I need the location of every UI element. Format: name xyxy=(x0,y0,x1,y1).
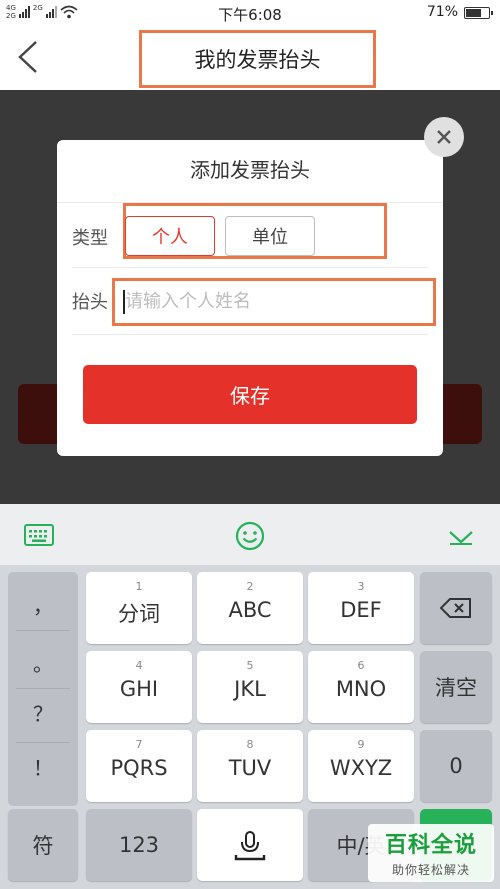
nav-bar: 我的发票抬头 xyxy=(0,26,500,90)
key-label: JKL xyxy=(234,677,266,701)
key-label: DEF xyxy=(340,598,382,622)
key-zero-label: 0 xyxy=(449,754,463,778)
header-label: 抬头 xyxy=(72,292,108,313)
clear-key-label: 清空 xyxy=(435,676,477,700)
microphone-icon xyxy=(234,831,266,861)
key-4[interactable]: 4 GHI xyxy=(86,651,192,723)
key-label: TUV xyxy=(228,756,272,780)
battery-icon xyxy=(464,7,493,19)
key-9[interactable]: 9 WXYZ xyxy=(308,730,414,802)
backspace-key[interactable] xyxy=(420,572,492,644)
numeric-key-label: 123 xyxy=(118,833,160,857)
key-label: ABC xyxy=(228,598,272,622)
key-2[interactable]: 2 ABC xyxy=(197,572,303,644)
punct-comma-key[interactable]: ， xyxy=(8,590,78,619)
status-bar: 4G 2G 2G 下午6:08 71% xyxy=(0,0,500,26)
emoji-icon[interactable] xyxy=(235,521,265,551)
key-number: 8 xyxy=(246,738,254,751)
key-8[interactable]: 8 TUV xyxy=(197,730,303,802)
keyboard-icon[interactable] xyxy=(24,524,54,546)
key-number: 6 xyxy=(357,659,365,672)
key-3[interactable]: 3 DEF xyxy=(308,572,414,644)
collapse-keyboard-icon[interactable] xyxy=(447,528,475,546)
save-button[interactable]: 保存 xyxy=(83,365,417,424)
punct-exclaim-key[interactable]: ！ xyxy=(8,752,78,781)
key-label: MNO xyxy=(335,677,387,701)
header-divider xyxy=(72,334,428,335)
punct-period-key[interactable]: 。 xyxy=(8,648,78,677)
page-title: 我的发票抬头 xyxy=(194,48,321,72)
key-6[interactable]: 6 MNO xyxy=(308,651,414,723)
key-1[interactable]: 1 分词 xyxy=(86,572,192,644)
type-divider xyxy=(72,267,428,268)
key-number: 7 xyxy=(135,738,143,751)
dialog-title: 添加发票抬头 xyxy=(190,158,310,182)
battery-fill xyxy=(466,9,481,17)
status-time: 下午6:08 xyxy=(218,6,282,24)
punct-separator xyxy=(16,688,70,689)
backspace-icon xyxy=(440,598,471,618)
key-0[interactable]: 0 xyxy=(420,730,492,802)
keyboard-toolbar xyxy=(0,504,500,566)
watermark-logo: 百科全说 助你轻松解决 xyxy=(368,824,494,882)
type-label: 类型 xyxy=(72,228,108,249)
header-name-input[interactable] xyxy=(125,283,425,319)
add-invoice-header-dialog: 添加发票抬头 类型 个人 单位 抬头 保存 xyxy=(57,140,443,456)
symbol-key-label: 符 xyxy=(32,834,54,858)
symbol-key[interactable]: 符 xyxy=(8,809,78,881)
key-number: 4 xyxy=(135,659,143,672)
watermark-subtitle: 助你轻松解决 xyxy=(391,863,470,877)
watermark-title: 百科全说 xyxy=(384,833,477,858)
battery-percent: 71% xyxy=(426,4,458,20)
page-title-highlight: 我的发票抬头 xyxy=(139,30,376,88)
type-personal-button[interactable]: 个人 xyxy=(125,216,215,256)
chevron-left-icon[interactable] xyxy=(16,40,40,74)
space-voice-key[interactable] xyxy=(197,809,303,881)
key-label: WXYZ xyxy=(329,756,393,780)
key-number: 9 xyxy=(357,738,365,751)
clear-key[interactable]: 清空 xyxy=(420,651,492,723)
type-company-button[interactable]: 单位 xyxy=(225,216,315,256)
key-label: GHI xyxy=(119,677,159,701)
punct-separator xyxy=(16,630,70,631)
key-label: PQRS xyxy=(110,756,168,780)
key-7[interactable]: 7 PQRS xyxy=(86,730,192,802)
punct-question-key[interactable]: ？ xyxy=(8,698,78,727)
key-number: 3 xyxy=(357,580,365,593)
punctuation-column: ， 。 ？ ！ xyxy=(8,572,78,806)
key-5[interactable]: 5 JKL xyxy=(197,651,303,723)
close-x-glyph xyxy=(437,130,451,144)
key-number: 1 xyxy=(135,580,143,593)
close-icon[interactable] xyxy=(424,117,464,157)
key-number: 2 xyxy=(246,580,254,593)
key-label: 分词 xyxy=(118,602,160,626)
punct-separator xyxy=(16,742,70,743)
key-number: 5 xyxy=(246,659,254,672)
numeric-key[interactable]: 123 xyxy=(86,809,192,881)
